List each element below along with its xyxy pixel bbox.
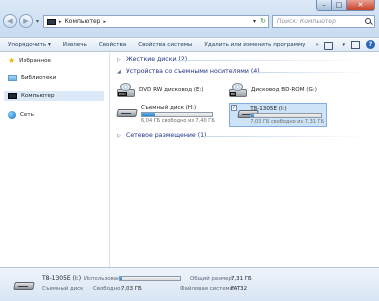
back-button[interactable]: ◀ xyxy=(3,14,17,28)
details-total-label: Общий размер: xyxy=(190,276,234,282)
group-divider xyxy=(175,60,371,61)
eject-button[interactable]: Извлечь xyxy=(57,42,93,48)
device-name: Съемный диск (H:) xyxy=(141,105,197,111)
group-divider xyxy=(203,136,371,137)
selection-checkbox[interactable]: ✓ xyxy=(231,105,237,111)
change-view-icon[interactable] xyxy=(324,41,336,50)
help-icon[interactable]: ? xyxy=(366,40,375,49)
removable-disk-icon xyxy=(13,278,35,292)
breadcrumb-computer[interactable]: Компьютер xyxy=(65,18,101,25)
close-button[interactable]: ✕ xyxy=(347,0,375,11)
details-capacity-bar xyxy=(119,276,181,281)
libraries-icon xyxy=(8,75,17,81)
capacity-bar xyxy=(141,112,213,117)
preview-pane-icon[interactable] xyxy=(351,40,360,49)
view-options-dropdown[interactable]: ▾ xyxy=(342,42,345,48)
details-filesystem-label: Файловая система: xyxy=(180,286,235,292)
device-name: Дисковод BD-ROM (G:) xyxy=(251,87,317,93)
group-removable-devices[interactable]: ◢ Устройства со съемными носителями (4) xyxy=(117,68,260,75)
group-label: Сетевое размещение (1) xyxy=(126,132,207,139)
search-placeholder: Поиск: Компьютер xyxy=(277,18,336,25)
group-label: Устройства со съемными носителями (4) xyxy=(126,68,260,75)
details-free-value: 7,03 ГБ xyxy=(121,286,142,292)
device-dvd-drive[interactable]: DVD DVD RW дисковод (E:) xyxy=(117,83,204,97)
explorer-window: – □ ✕ ◀ ▶ ▾ ▸ Компьютер ▸ ▾ ↻ Поиск: Ком… xyxy=(0,0,379,301)
window-controls: – □ ✕ xyxy=(316,0,375,11)
properties-button[interactable]: Свойства xyxy=(93,42,132,48)
view-controls: ▾ ? xyxy=(324,40,375,50)
command-bar: Упорядочить ▾ Извлечь Свойства Свойства … xyxy=(0,38,379,52)
sidebar-item-label: Избранное xyxy=(19,58,51,64)
breadcrumb-separator-icon[interactable]: ▸ xyxy=(103,19,106,25)
network-globe-icon xyxy=(8,111,16,119)
details-total-value: 7,31 ГБ xyxy=(231,276,252,282)
collapse-arrow-icon[interactable]: ◢ xyxy=(117,69,123,75)
file-list: ▷ Жесткие диски (2) ◢ Устройства со съем… xyxy=(111,53,379,267)
organize-button[interactable]: Упорядочить ▾ xyxy=(0,42,57,48)
removable-disk-icon xyxy=(237,106,259,120)
recent-pages-dropdown[interactable]: ▾ xyxy=(36,18,39,25)
sidebar-item-label: Компьютер xyxy=(21,93,55,99)
sidebar-item-network[interactable]: Сеть xyxy=(8,111,34,119)
forward-button[interactable]: ▶ xyxy=(19,14,33,28)
address-history-dropdown[interactable]: ▾ xyxy=(253,18,256,25)
expand-arrow-icon[interactable]: ▷ xyxy=(117,57,123,63)
details-filesystem-value: FAT32 xyxy=(231,286,248,292)
capacity-text: 6,04 ГБ свободно из 7,40 ГБ xyxy=(141,118,215,124)
capacity-text: 7,03 ГБ свободно из 7,31 ГБ xyxy=(250,119,324,125)
removable-disk-icon xyxy=(116,105,138,119)
search-icon[interactable] xyxy=(365,18,371,24)
details-device-name: T8-1305E (I:) xyxy=(42,275,82,282)
device-removable-disk-h[interactable]: Съемный диск (H:) 6,04 ГБ свободно из 7,… xyxy=(116,105,215,124)
sidebar-item-label: Сеть xyxy=(20,112,34,118)
sidebar-item-computer[interactable]: Компьютер xyxy=(4,91,104,101)
details-free-label: Свободно: xyxy=(93,286,123,292)
bd-drive-icon: BD xyxy=(229,83,247,97)
capacity-fill xyxy=(251,114,255,117)
device-name: DVD RW дисковод (E:) xyxy=(139,87,204,93)
capacity-bar xyxy=(250,113,323,118)
navigation-pane: ★ Избранное Библиотеки Компьютер Сеть xyxy=(0,53,110,267)
details-device-type: Съемный диск xyxy=(42,286,84,292)
capacity-fill xyxy=(120,277,123,280)
device-bd-drive[interactable]: BD Дисковод BD-ROM (G:) xyxy=(229,83,317,97)
device-name: T8-1305E (I:) xyxy=(250,106,287,112)
refresh-icon[interactable]: ↻ xyxy=(260,17,266,25)
capacity-fill xyxy=(142,113,155,116)
computer-icon xyxy=(47,18,56,25)
search-input[interactable]: Поиск: Компьютер xyxy=(272,15,375,28)
sidebar-item-label: Библиотеки xyxy=(21,75,57,81)
maximize-button[interactable]: □ xyxy=(332,0,347,11)
title-bar: – □ ✕ ◀ ▶ ▾ ▸ Компьютер ▸ ▾ ↻ Поиск: Ком… xyxy=(0,0,379,38)
details-pane: T8-1305E (I:) Съемный диск Использовано:… xyxy=(0,267,379,301)
breadcrumb-separator-icon[interactable]: ▸ xyxy=(59,19,62,25)
group-network-locations[interactable]: ▷ Сетевое размещение (1) xyxy=(117,132,206,139)
uninstall-program-button[interactable]: Удалить или изменить программу xyxy=(198,42,311,48)
group-divider xyxy=(253,72,371,73)
dvd-drive-icon: DVD xyxy=(117,83,135,97)
address-bar[interactable]: ▸ Компьютер ▸ ▾ ↻ xyxy=(43,15,269,28)
more-commands-button[interactable]: » xyxy=(312,42,323,48)
star-icon: ★ xyxy=(8,56,16,65)
computer-icon xyxy=(8,93,17,99)
system-properties-button[interactable]: Свойства системы xyxy=(132,42,198,48)
expand-arrow-icon[interactable]: ▷ xyxy=(117,133,123,139)
device-t8-1305e[interactable]: ✓ T8-1305E (I:) 7,03 ГБ свободно из 7,31… xyxy=(229,103,327,127)
minimize-button[interactable]: – xyxy=(316,0,332,11)
sidebar-item-libraries[interactable]: Библиотеки xyxy=(8,75,56,81)
sidebar-item-favorites[interactable]: ★ Избранное xyxy=(8,57,51,65)
